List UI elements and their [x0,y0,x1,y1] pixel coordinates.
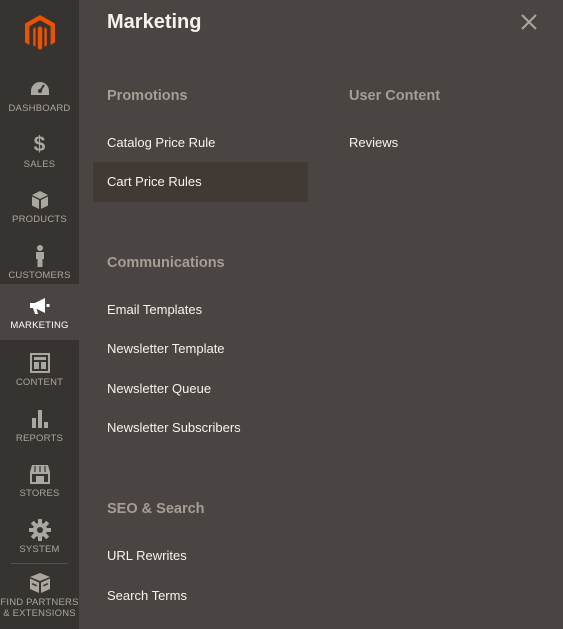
panel-title: Marketing [107,11,202,33]
magento-logo[interactable] [0,0,79,65]
sidebar-item-label: & EXTENSIONS [3,608,76,619]
link-search-terms[interactable]: Search Terms [107,588,187,603]
link-cart-price-rules[interactable]: Cart Price Rules [107,174,202,189]
link-newsletter-template[interactable]: Newsletter Template [107,341,225,356]
sidebar-item-label: SYSTEM [19,544,60,555]
layout-icon [0,351,79,375]
dashboard-icon [0,77,79,101]
link-reviews[interactable]: Reviews [349,135,398,150]
sidebar: DASHBOARD $ SALES PRODUCTS CUSTOMERS MAR… [0,0,79,629]
sidebar-item-label: SALES [23,159,56,170]
link-url-rewrites[interactable]: URL Rewrites [107,548,187,563]
sidebar-item-stores[interactable]: STORES [0,456,79,512]
storefront-icon [0,462,79,486]
sidebar-item-label: CONTENT [15,377,64,388]
sidebar-item-reports[interactable]: REPORTS [0,401,79,457]
box-icon [0,188,79,212]
marketing-menu-panel: Marketing Promotions Catalog Price Rule … [79,0,563,629]
gear-icon [0,518,79,542]
sidebar-item-label: PRODUCTS [12,214,67,225]
link-catalog-price-rule[interactable]: Catalog Price Rule [107,135,215,150]
bar-chart-icon [0,407,79,431]
sidebar-item-content[interactable]: CONTENT [0,345,79,401]
sidebar-item-label: CUSTOMERS [8,270,71,281]
section-title-seo-search: SEO & Search [107,501,205,517]
link-newsletter-queue[interactable]: Newsletter Queue [107,381,211,396]
sidebar-item-dashboard[interactable]: DASHBOARD [0,71,79,127]
magento-logo-icon [24,14,55,50]
close-icon [521,14,537,30]
link-newsletter-subscribers[interactable]: Newsletter Subscribers [107,420,241,435]
sidebar-item-label: FIND PARTNERS [0,597,79,608]
section-title-user-content: User Content [349,88,441,104]
sidebar-item-label: REPORTS [15,433,64,444]
link-email-templates[interactable]: Email Templates [107,302,202,317]
sidebar-item-system[interactable]: SYSTEM [0,512,79,568]
sidebar-item-label: STORES [19,488,60,499]
section-title-promotions: Promotions [107,88,188,104]
partners-box-icon [0,571,79,595]
sidebar-item-find-partners[interactable]: FIND PARTNERS & EXTENSIONS [0,567,79,627]
dollar-icon: $ [33,133,46,156]
section-title-communications: Communications [107,255,225,271]
sidebar-item-label: DASHBOARD [8,103,71,114]
sidebar-item-sales[interactable]: $ SALES [0,127,79,183]
admin-app: DASHBOARD $ SALES PRODUCTS CUSTOMERS MAR… [0,0,563,629]
close-button[interactable] [520,13,538,31]
sidebar-item-products[interactable]: PRODUCTS [0,182,79,238]
sidebar-divider [11,563,68,564]
megaphone-icon [0,294,79,318]
sidebar-item-label: MARKETING [10,320,69,331]
sidebar-item-marketing[interactable]: MARKETING [0,284,79,340]
person-icon [0,244,79,268]
